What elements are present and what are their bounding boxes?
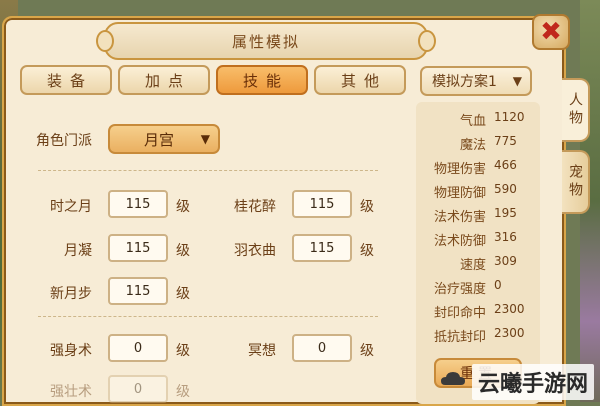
divider: [38, 316, 378, 317]
skill-name: 羽衣曲: [234, 243, 276, 259]
tab-label: 技能: [242, 71, 289, 90]
skill-level-input[interactable]: 0: [292, 334, 352, 362]
stat-label: 物理伤害: [433, 162, 486, 177]
skill-level-input[interactable]: 115: [292, 234, 352, 262]
title-ornament-left: [96, 30, 114, 52]
skills-panel: 角色门派 月宫 ▼ 时之月 115 级 桂花醉 115 级 月凝 115 级 羽…: [24, 108, 410, 404]
side-tab-pet[interactable]: 宠物: [562, 150, 590, 214]
scheme-dropdown-value: 模拟方案1: [432, 74, 497, 90]
side-tab-character[interactable]: 人物: [562, 78, 590, 142]
tab-label: 其他: [340, 71, 387, 90]
stat-label: 治疗强度: [433, 282, 486, 297]
skill-level-input[interactable]: 115: [108, 277, 168, 305]
skill-name: 强壮术: [50, 384, 92, 400]
tab-equipment[interactable]: 装备: [20, 65, 112, 95]
watermark-text: 云曦手游网: [472, 364, 595, 400]
stat-label: 法术防御: [433, 234, 486, 249]
school-label: 角色门派: [36, 133, 92, 149]
chevron-down-icon: ▼: [200, 132, 210, 146]
scheme-dropdown[interactable]: 模拟方案1 ▼: [420, 66, 532, 96]
skill-level-input[interactable]: 115: [108, 234, 168, 262]
skill-unit: 级: [360, 343, 374, 359]
stat-label: 抵抗封印: [433, 330, 486, 345]
cloud-icon: [441, 372, 465, 385]
skill-level-input[interactable]: 115: [108, 190, 168, 218]
skill-level-input[interactable]: 0: [108, 375, 168, 403]
close-button[interactable]: ✖: [532, 14, 570, 50]
stats-panel: 气血 1120 魔法 775 物理伤害 466 物理防御 590 法术伤害 195 法术防…: [416, 102, 540, 404]
tab-points[interactable]: 加点: [118, 65, 210, 95]
tab-label: 加点: [144, 71, 191, 90]
school-dropdown[interactable]: 月宫 ▼: [108, 124, 220, 154]
window-title-bar: 属性模拟: [96, 22, 436, 60]
school-dropdown-value: 月宫: [144, 130, 175, 149]
stat-value: 775: [494, 134, 517, 148]
stat-value: 316: [494, 230, 517, 244]
stat-label: 气血: [459, 114, 486, 129]
stat-value: 590: [494, 182, 517, 196]
stat-label: 速度: [459, 258, 486, 273]
tab-other[interactable]: 其他: [314, 65, 406, 95]
stat-value: 1120: [494, 110, 525, 124]
stat-value: 2300: [494, 326, 525, 340]
stat-value: 0: [494, 278, 502, 292]
skill-unit: 级: [176, 343, 190, 359]
side-tab-label: 人物: [567, 92, 583, 128]
side-tab-label: 宠物: [567, 164, 583, 200]
skill-name: 冥想: [248, 343, 276, 359]
skill-unit: 级: [176, 286, 190, 302]
stat-label: 魔法: [459, 138, 486, 153]
skill-unit: 级: [360, 199, 374, 215]
skill-unit: 级: [176, 384, 190, 400]
skill-unit: 级: [176, 243, 190, 259]
stat-value: 309: [494, 254, 517, 268]
chevron-down-icon: ▼: [512, 74, 522, 88]
skill-name: 月凝: [64, 243, 92, 259]
stat-value: 466: [494, 158, 517, 172]
window-title: 属性模拟: [231, 32, 300, 51]
tab-skills[interactable]: 技能: [216, 65, 308, 95]
skill-name: 时之月: [50, 199, 92, 215]
stat-label: 封印命中: [433, 306, 486, 321]
skill-level-input[interactable]: 115: [292, 190, 352, 218]
divider: [38, 170, 378, 171]
stat-label: 法术伤害: [433, 210, 486, 225]
stat-value: 195: [494, 206, 517, 220]
tab-label: 装备: [46, 71, 93, 90]
skill-name: 桂花醉: [234, 199, 276, 215]
skill-level-input[interactable]: 0: [108, 334, 168, 362]
skill-name: 新月步: [50, 286, 92, 302]
attribute-simulation-window: 属性模拟 装备 加点 技能 其他 模拟方案1 ▼ 角色门派 月宫 ▼ 时之月 1…: [2, 16, 566, 406]
skill-name: 强身术: [50, 343, 92, 359]
skill-unit: 级: [360, 243, 374, 259]
skill-unit: 级: [176, 199, 190, 215]
title-ornament-right: [418, 30, 436, 52]
close-icon: ✖: [540, 17, 562, 47]
stat-label: 物理防御: [433, 186, 486, 201]
stat-value: 2300: [494, 302, 525, 316]
